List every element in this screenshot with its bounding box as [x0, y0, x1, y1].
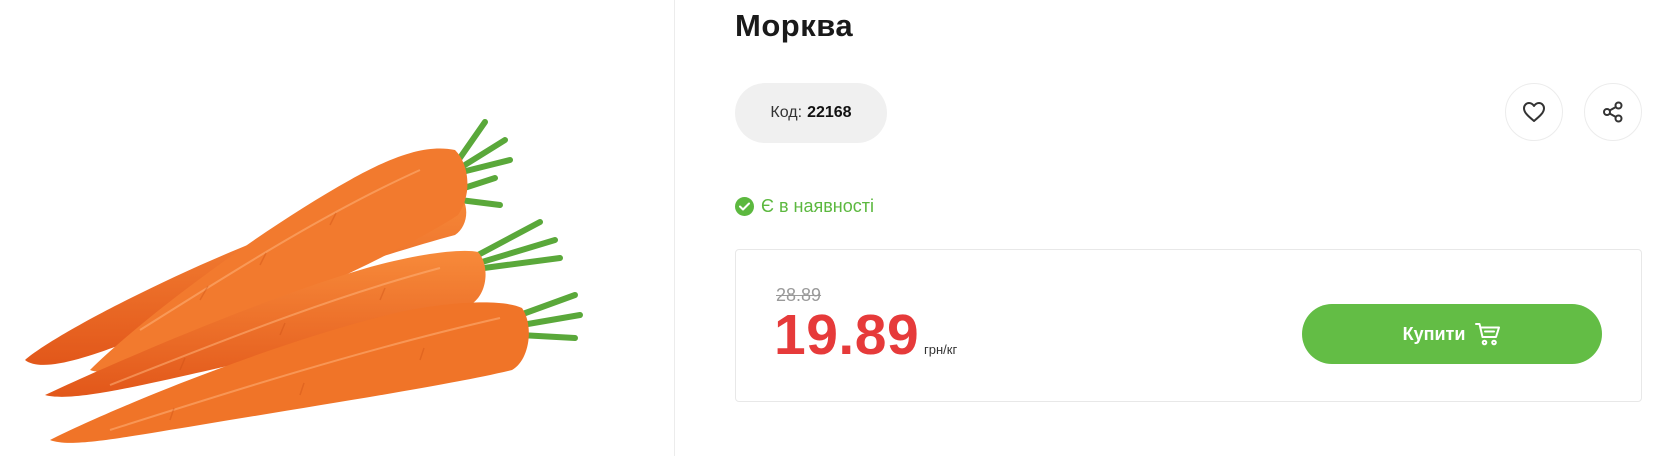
share-icon	[1602, 101, 1624, 123]
buy-button[interactable]: Купити	[1302, 304, 1602, 364]
share-button[interactable]	[1584, 83, 1642, 141]
column-divider	[674, 0, 675, 456]
current-price: 19.89	[774, 303, 920, 367]
code-value: 22168	[807, 104, 852, 121]
check-circle-icon	[735, 197, 754, 216]
product-image[interactable]	[0, 0, 674, 456]
cart-icon	[1475, 322, 1501, 346]
heart-icon	[1522, 101, 1546, 123]
product-title: Морква	[735, 8, 854, 43]
stock-status: Є в наявності	[735, 196, 874, 217]
add-to-favorites-button[interactable]	[1505, 83, 1563, 141]
buy-button-label: Купити	[1402, 323, 1466, 344]
stock-status-text: Є в наявності	[761, 196, 874, 216]
product-code-badge: Код: 22168	[735, 83, 887, 143]
price-card: 28.89 19.89 грн/кг Купити	[735, 249, 1642, 402]
code-label: Код:	[770, 104, 803, 121]
price-unit: грн/кг	[924, 342, 958, 357]
